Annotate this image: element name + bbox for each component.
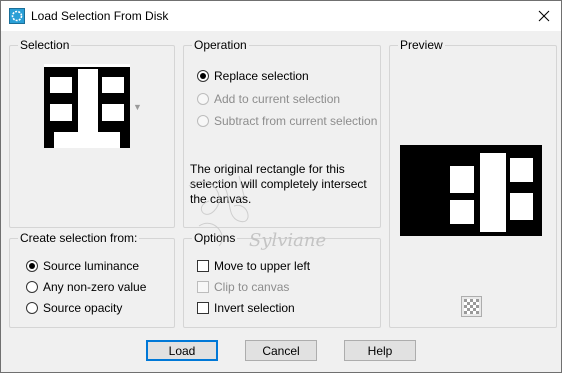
checkbox-label: Clip to canvas — [214, 280, 290, 294]
checkbox-label: Move to upper left — [214, 259, 311, 273]
thumbnail-dropdown-icon[interactable]: ▼ — [133, 102, 142, 112]
checkbox[interactable] — [197, 302, 209, 314]
preview-group-label: Preview — [398, 38, 445, 52]
load-button[interactable]: Load — [146, 340, 218, 361]
preview-image — [400, 145, 542, 236]
selection-thumbnail[interactable] — [44, 64, 130, 148]
operation-group-label: Operation — [192, 38, 249, 52]
watermark-logo: Sylviane — [188, 175, 326, 251]
checkbox-invert-selection[interactable]: Invert selection — [197, 299, 295, 317]
load-selection-dialog: Load Selection From Disk Selection ▼ Ope… — [0, 0, 562, 373]
radio-button[interactable] — [26, 260, 38, 272]
radio-label: Source luminance — [43, 259, 140, 273]
radio-label: Subtract from current selection — [214, 114, 378, 128]
checkbox[interactable] — [197, 260, 209, 272]
cancel-button[interactable]: Cancel — [245, 340, 317, 361]
help-button[interactable]: Help — [344, 340, 416, 361]
radio-source-opacity[interactable]: Source opacity — [26, 299, 122, 317]
radio-label: Add to current selection — [214, 92, 341, 106]
watermark-text: Sylviane — [249, 230, 326, 251]
create-selection-group-label: Create selection from: — [18, 231, 140, 245]
radio-button[interactable] — [26, 302, 38, 314]
radio-button[interactable] — [197, 70, 209, 82]
radio-source-luminance[interactable]: Source luminance — [26, 257, 139, 275]
window-title: Load Selection From Disk — [31, 9, 169, 23]
radio-label: Any non-zero value — [43, 280, 147, 294]
close-button[interactable] — [527, 1, 561, 31]
radio-any-non-zero-value[interactable]: Any non-zero value — [26, 278, 146, 296]
radio-label: Source opacity — [43, 301, 123, 315]
title-bar: Load Selection From Disk — [1, 1, 561, 31]
selection-group-label: Selection — [18, 38, 72, 52]
checkbox-label: Invert selection — [214, 301, 295, 315]
radio-button — [197, 93, 209, 105]
radio-replace-selection[interactable]: Replace selection — [197, 67, 309, 85]
selection-dialog-icon — [9, 8, 25, 24]
radio-subtract-from-selection: Subtract from current selection — [197, 112, 377, 130]
radio-button[interactable] — [26, 281, 38, 293]
radio-button — [197, 115, 209, 127]
checkbox — [197, 281, 209, 293]
radio-label: Replace selection — [214, 69, 309, 83]
close-icon — [538, 10, 550, 22]
radio-add-to-selection: Add to current selection — [197, 90, 340, 108]
checkbox-clip-to-canvas: Clip to canvas — [197, 278, 289, 296]
transparency-checker-icon[interactable] — [461, 296, 482, 317]
